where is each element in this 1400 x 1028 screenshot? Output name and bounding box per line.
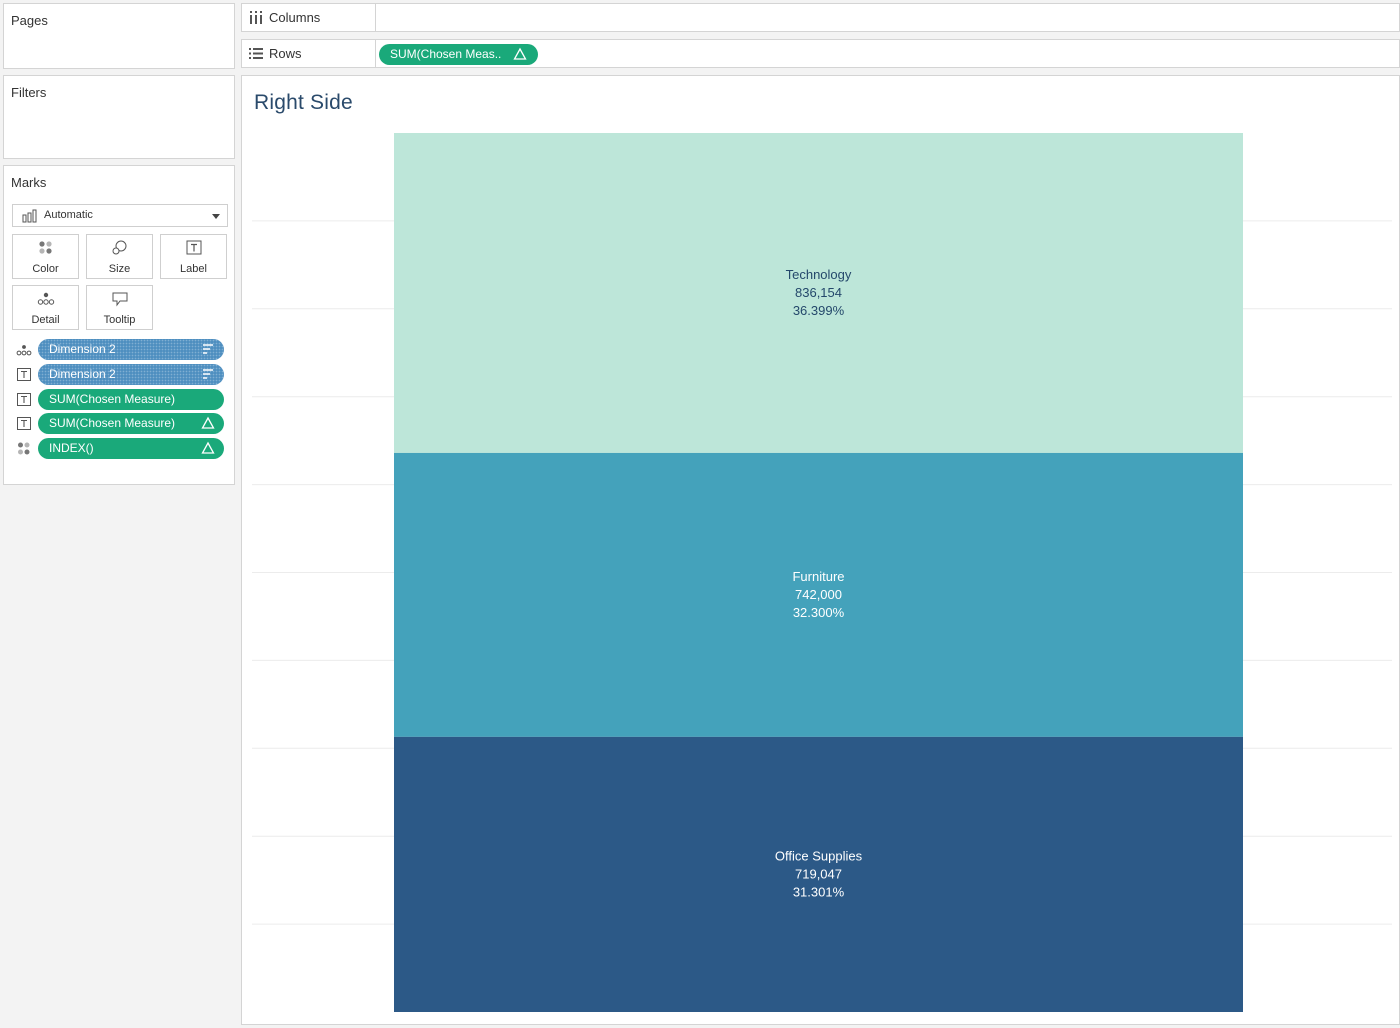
- columns-icon: [250, 11, 262, 24]
- pill-label: SUM(Chosen Measure): [49, 392, 176, 406]
- delta-icon: [201, 441, 215, 454]
- segment-percent-label: 31.301%: [793, 884, 845, 899]
- size-button-label: Size: [108, 263, 131, 275]
- mark-type-dropdown[interactable]: Automatic: [12, 204, 228, 227]
- pill-label: Dimension 2: [49, 367, 116, 381]
- delta-icon: [513, 47, 527, 60]
- label-icon: [186, 240, 202, 255]
- mark-type-label: Automatic: [44, 209, 93, 221]
- filters-card[interactable]: Filters: [3, 75, 235, 159]
- rows-label: Rows: [269, 46, 302, 61]
- pill-label: INDEX(): [49, 441, 94, 455]
- segment-category-label: Technology: [786, 267, 852, 282]
- detail-icon: [37, 292, 55, 305]
- tooltip-icon: [112, 292, 128, 307]
- view-area: Technology 836,154 36.399% Furniture 742,000…: [241, 75, 1400, 1025]
- dimension-2-label-pill[interactable]: Dimension 2: [38, 364, 224, 385]
- label-icon: [17, 368, 31, 381]
- pages-card[interactable]: Pages: [3, 3, 235, 69]
- segment-value-label: 719,047: [795, 866, 842, 881]
- marks-field-row: Dimension 2: [16, 364, 226, 385]
- chart: Technology 836,154 36.399% Furniture 742,000…: [252, 133, 1392, 1012]
- sort-icon: [203, 344, 213, 354]
- pill-label: SUM(Chosen Meas..: [390, 47, 502, 61]
- segment-percent-label: 32.300%: [793, 605, 845, 620]
- sort-icon: [203, 369, 213, 379]
- index-color-pill[interactable]: INDEX(): [38, 438, 224, 459]
- segment-value-label: 836,154: [795, 285, 842, 300]
- detail-button[interactable]: Detail: [12, 285, 79, 330]
- label-icon: [17, 393, 31, 406]
- marks-field-row: SUM(Chosen Measure): [16, 413, 226, 434]
- chevron-down-icon: [212, 214, 220, 219]
- color-button-label: Color: [32, 263, 59, 275]
- delta-icon: [201, 416, 215, 429]
- color-icon: [18, 442, 30, 455]
- detail-button-label: Detail: [31, 314, 60, 326]
- marks-field-row: Dimension 2: [16, 339, 226, 360]
- detail-icon: [16, 345, 32, 356]
- label-icon: [17, 417, 31, 430]
- sum-chosen-measure-table-calc-pill[interactable]: SUM(Chosen Measure): [38, 413, 224, 434]
- size-button[interactable]: Size: [86, 234, 153, 279]
- pill-label: SUM(Chosen Measure): [49, 416, 176, 430]
- columns-label: Columns: [269, 10, 321, 25]
- segment-percent-label: 36.399%: [793, 303, 845, 318]
- color-icon: [39, 241, 52, 254]
- dimension-2-detail-pill[interactable]: Dimension 2: [38, 339, 224, 360]
- columns-shelf-label: Columns: [242, 4, 376, 31]
- rows-icon: [249, 48, 263, 59]
- view-title: Right Side: [254, 91, 353, 114]
- marks-title: Marks: [11, 175, 47, 190]
- size-icon: [112, 240, 127, 255]
- pages-title: Pages: [11, 13, 48, 28]
- segment-value-label: 742,000: [795, 587, 842, 602]
- label-button-label: Label: [180, 263, 207, 275]
- rows-shelf-label: Rows: [242, 40, 376, 67]
- segment-category-label: Furniture: [792, 569, 844, 584]
- marks-card: Marks Automatic Color Size Label Detail …: [3, 165, 235, 485]
- rows-measure-pill[interactable]: SUM(Chosen Meas..: [379, 44, 538, 65]
- bar-chart-icon: [22, 209, 37, 223]
- color-button[interactable]: Color: [12, 234, 79, 279]
- marks-field-row: SUM(Chosen Measure): [16, 389, 226, 410]
- label-button[interactable]: Label: [160, 234, 227, 279]
- rows-shelf[interactable]: Rows SUM(Chosen Meas..: [241, 39, 1400, 68]
- sum-chosen-measure-label-pill[interactable]: SUM(Chosen Measure): [38, 389, 224, 410]
- marks-field-row: INDEX(): [16, 438, 226, 459]
- segment-category-label: Office Supplies: [775, 848, 863, 863]
- pill-label: Dimension 2: [49, 342, 116, 356]
- filters-title: Filters: [11, 85, 47, 100]
- columns-shelf[interactable]: Columns: [241, 3, 1400, 32]
- tooltip-button-label: Tooltip: [103, 314, 136, 326]
- tooltip-button[interactable]: Tooltip: [86, 285, 153, 330]
